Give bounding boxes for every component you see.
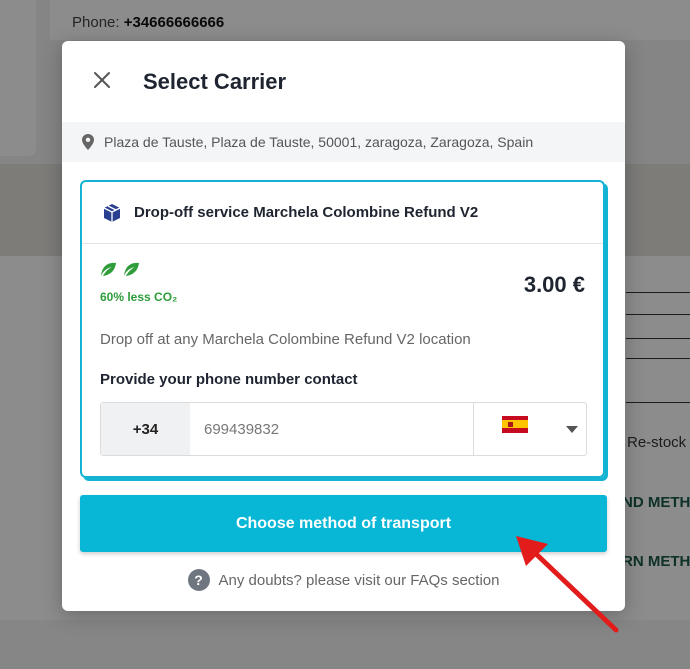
red-arrow-annotation: [516, 536, 619, 633]
carrier-header: Drop-off service Marchela Colombine Refu…: [82, 182, 603, 244]
location-pin-icon: [82, 134, 94, 150]
close-button[interactable]: [88, 68, 116, 96]
carrier-name: Drop-off service Marchela Colombine Refu…: [134, 204, 479, 221]
select-carrier-modal: Select Carrier Plaza de Tauste, Plaza de…: [62, 41, 625, 611]
faq-text: Any doubts? please visit our FAQs sectio…: [218, 571, 500, 589]
carrier-description: Drop off at any Marchela Colombine Refun…: [100, 331, 471, 348]
leaf-icon: [123, 262, 140, 282]
close-icon: [93, 71, 111, 94]
address-bar: Plaza de Tauste, Plaza de Tauste, 50001,…: [62, 122, 625, 162]
spain-flag-icon: [502, 415, 528, 433]
chevron-down-icon: [566, 420, 578, 438]
eco-badge: 60% less CO₂: [100, 262, 177, 304]
co2-reduction-text: 60% less CO₂: [100, 290, 178, 304]
carrier-price: 3.00 €: [523, 272, 585, 297]
phone-prefix: +34: [101, 403, 190, 455]
address-text: Plaza de Tauste, Plaza de Tauste, 50001,…: [104, 134, 534, 150]
phone-number-input[interactable]: [190, 403, 473, 455]
modal-header: Select Carrier: [62, 41, 625, 122]
question-icon: ?: [187, 569, 210, 591]
leaf-icon: [100, 262, 117, 282]
country-code-select[interactable]: [473, 403, 586, 455]
package-icon: [102, 203, 122, 223]
phone-contact-label: Provide your phone number contact: [100, 371, 358, 388]
modal-title: Select Carrier: [143, 69, 287, 94]
carrier-option-card[interactable]: Drop-off service Marchela Colombine Refu…: [80, 180, 605, 478]
phone-input-group: +34: [100, 402, 587, 456]
